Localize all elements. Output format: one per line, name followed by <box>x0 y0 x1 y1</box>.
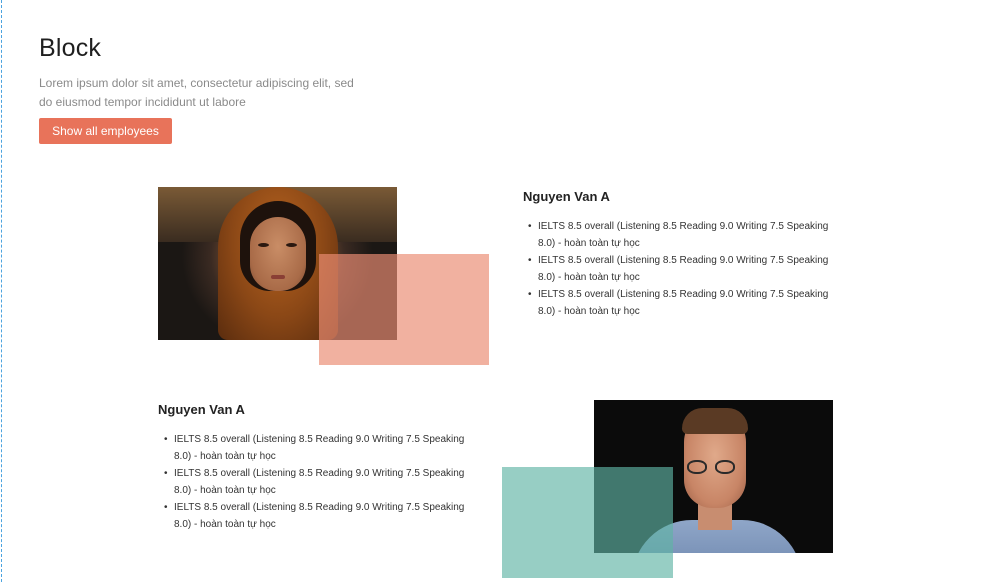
employee-qualifications-list: IELTS 8.5 overall (Listening 8.5 Reading… <box>164 431 484 533</box>
photo-accent-block <box>319 254 489 365</box>
photo-accent-block <box>502 467 673 578</box>
show-all-employees-button[interactable]: Show all employees <box>39 118 172 144</box>
list-item: IELTS 8.5 overall (Listening 8.5 Reading… <box>528 218 848 252</box>
list-item: IELTS 8.5 overall (Listening 8.5 Reading… <box>164 465 484 499</box>
list-item: IELTS 8.5 overall (Listening 8.5 Reading… <box>164 499 484 533</box>
page-subtitle: Lorem ipsum dolor sit amet, consectetur … <box>39 76 354 109</box>
employee-name: Nguyen Van A <box>523 189 610 204</box>
list-item: IELTS 8.5 overall (Listening 8.5 Reading… <box>164 431 484 465</box>
employee-name: Nguyen Van A <box>158 402 245 417</box>
layout-guide-line <box>1 0 2 582</box>
list-item: IELTS 8.5 overall (Listening 8.5 Reading… <box>528 252 848 286</box>
page-title: Block <box>39 34 102 62</box>
employee-qualifications-list: IELTS 8.5 overall (Listening 8.5 Reading… <box>528 218 848 320</box>
list-item: IELTS 8.5 overall (Listening 8.5 Reading… <box>528 286 848 320</box>
